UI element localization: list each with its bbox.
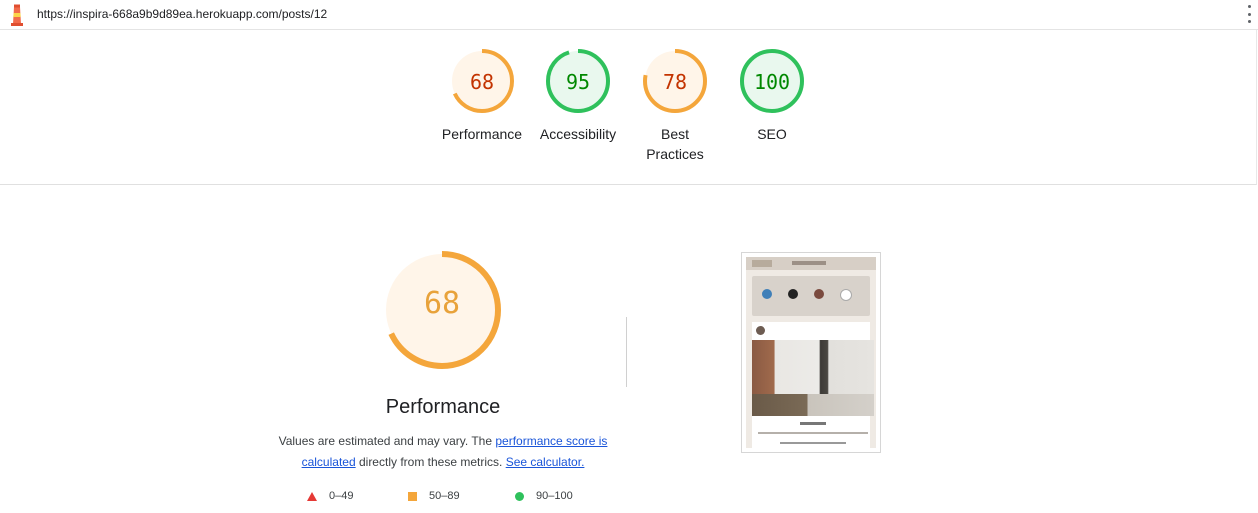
legend-pass-range: 90–100: [536, 490, 573, 502]
score-summary: 68 Performance 95 Accessibility 78 Best Pra…: [0, 30, 1257, 185]
tools-menu-button[interactable]: [1246, 5, 1252, 23]
gauge-label: Accessibility: [539, 126, 617, 142]
vertical-divider: [626, 317, 627, 387]
desc-text-2: directly from these metrics.: [355, 455, 506, 469]
thumb-post-card: [752, 322, 874, 448]
see-calculator-link[interactable]: See calculator.: [506, 455, 585, 469]
gauge-performance[interactable]: 68 Performance: [437, 48, 527, 144]
legend-pass: 90–100: [515, 490, 573, 502]
gauge-label: Performance: [441, 126, 523, 142]
gauge-score: 100: [753, 70, 791, 94]
pass-circle-icon: [515, 491, 524, 501]
legend-average: 50–89: [408, 490, 460, 502]
report-url: https://inspira-668a9b9d89ea.herokuapp.c…: [37, 7, 328, 21]
screenshot-image: [746, 257, 876, 448]
gauge-score: 78: [662, 70, 688, 94]
desc-text-1: Values are estimated and may vary. The: [278, 434, 496, 448]
report-topbar: https://inspira-668a9b9d89ea.herokuapp.c…: [0, 0, 1258, 30]
performance-description: Values are estimated and may vary. The p…: [276, 431, 610, 473]
final-screenshot-thumbnail[interactable]: [741, 252, 881, 453]
gauge-label: Best Practices: [646, 126, 704, 162]
fail-triangle-icon: [307, 491, 317, 501]
average-square-icon: [408, 491, 417, 501]
performance-big-gauge: 68: [380, 248, 504, 372]
performance-score: 68: [423, 286, 461, 321]
thumb-profiles-box: [752, 276, 870, 316]
legend-fail-range: 0–49: [329, 490, 354, 502]
gauge-label: SEO: [757, 126, 787, 142]
lighthouse-logo-icon: [11, 4, 23, 26]
thumb-header: [746, 257, 876, 270]
legend-average-range: 50–89: [429, 490, 460, 502]
gauge-seo[interactable]: 100 SEO: [727, 48, 817, 144]
legend-fail: 0–49: [307, 490, 353, 502]
gauge-score: 95: [565, 70, 591, 94]
gauge-accessibility[interactable]: 95 Accessibility: [533, 48, 623, 144]
performance-title: Performance: [385, 396, 501, 418]
gauge-best-practices[interactable]: 78 Best Practices: [630, 48, 720, 164]
gauge-score: 68: [469, 70, 495, 94]
